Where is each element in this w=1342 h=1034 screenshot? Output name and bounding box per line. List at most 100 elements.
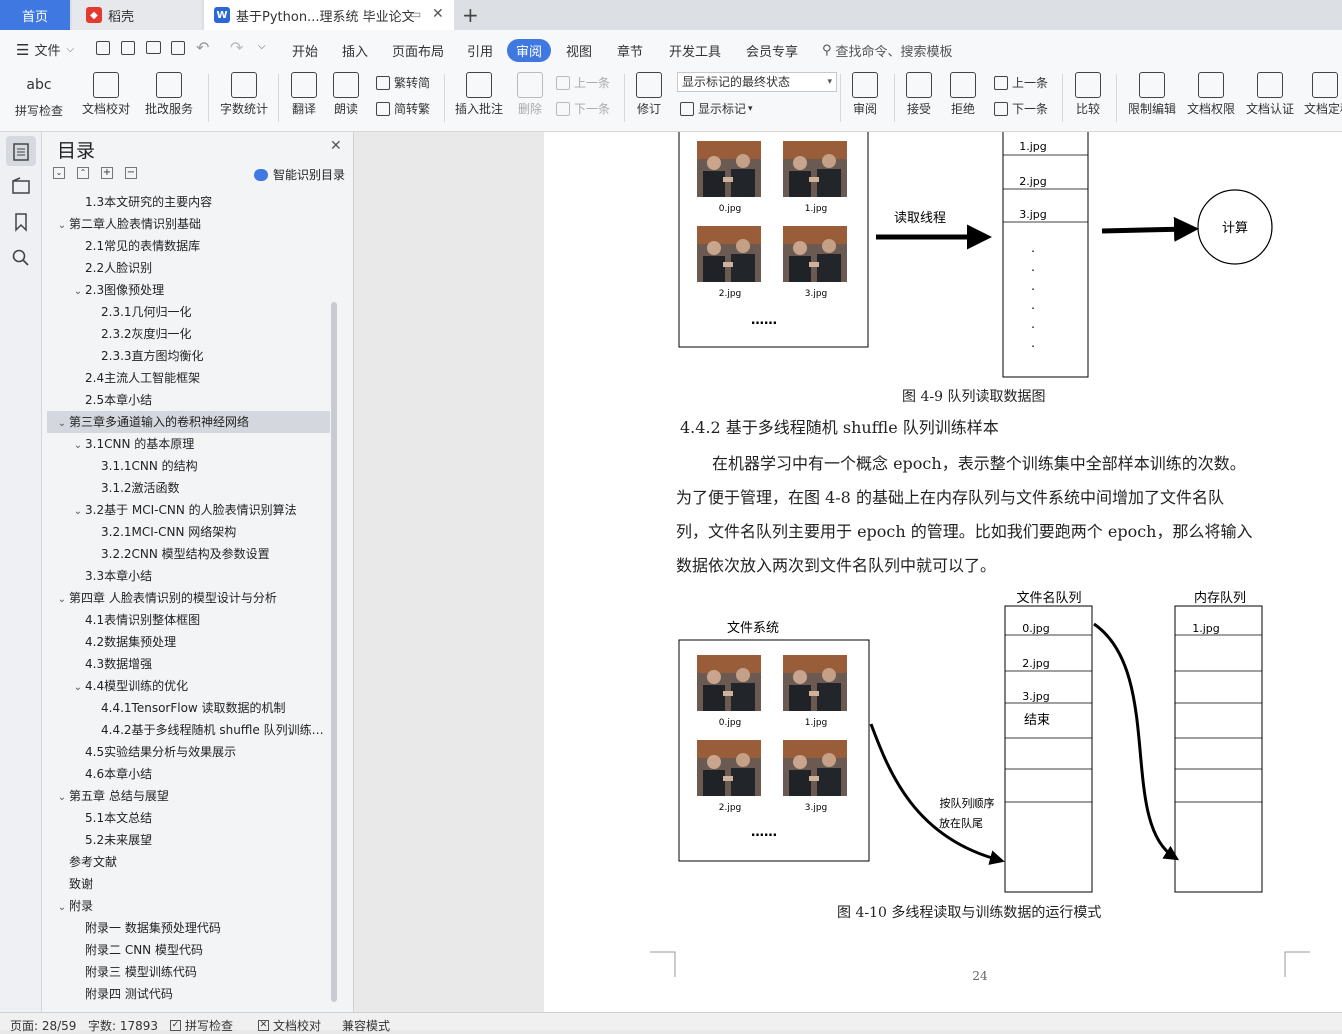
delete-comment-button[interactable]: 删除 (510, 70, 550, 126)
doc-check-button[interactable]: 文档校对 (78, 70, 134, 126)
doc-final-button[interactable]: 文档定稿 (1304, 70, 1342, 126)
toc-item[interactable]: 4.5实验结果分析与效果展示 (47, 741, 330, 763)
toc-item[interactable]: ⌄ 3.2基于 MCI-CNN 的人脸表情识别算法 (47, 499, 330, 521)
toc-item[interactable]: 2.2人脸识别 (47, 257, 330, 279)
toc-item[interactable]: 4.3数据增强 (47, 653, 330, 675)
print-icon[interactable] (146, 41, 161, 54)
file-menu[interactable]: ☰ 文件 ⌵ (16, 40, 74, 60)
toc-item[interactable]: 2.3.3直方图均衡化 (47, 345, 330, 367)
toc-item[interactable]: ⌄ 第三章多通道输入的卷积神经网络 (47, 411, 330, 433)
chevron-down-icon[interactable]: ⌄ (55, 215, 69, 235)
next-comment-button[interactable]: 下一条 (556, 100, 610, 117)
toc-item[interactable]: 3.1.1CNN 的结构 (47, 455, 330, 477)
collapse-all-icon[interactable]: ⌄ (53, 167, 65, 179)
word-count-button[interactable]: 字数统计 (216, 70, 272, 126)
translate-button[interactable]: 翻译 (284, 70, 324, 126)
toc-item[interactable]: 1.3本文研究的主要内容 (47, 191, 330, 213)
search-icon[interactable] (11, 248, 31, 268)
toc-item[interactable]: 2.3.2灰度归一化 (47, 323, 330, 345)
track-changes-button[interactable]: 修订 (630, 70, 668, 126)
chevron-down-icon[interactable]: ⌄ (71, 501, 85, 521)
toc-item[interactable]: ⌄ 第五章 总结与展望 (47, 785, 330, 807)
menu-start[interactable]: 开始 (292, 41, 318, 60)
undo-icon[interactable]: ↶ (196, 38, 209, 57)
review-pane-button[interactable]: 审阅 (846, 70, 884, 126)
doc-cert-button[interactable]: 文档认证 (1242, 70, 1298, 126)
show-markup-button[interactable]: 显示标记 ▾ (680, 100, 753, 117)
reject-button[interactable]: 拒绝 (944, 70, 982, 126)
spell-check-button[interactable]: abc 拼写检查 (8, 70, 70, 126)
add-heading-icon[interactable]: + (101, 167, 113, 179)
toc-item[interactable]: ⌄ 附录 (47, 895, 330, 917)
accept-button[interactable]: 接受 (900, 70, 938, 126)
spell-check-toggle[interactable]: ✓ 拼写检查 (170, 1017, 233, 1034)
remove-heading-icon[interactable]: − (125, 167, 137, 179)
toc-item[interactable]: 参考文献 (47, 851, 330, 873)
toc-item[interactable]: 2.4主流人工智能框架 (47, 367, 330, 389)
toc-panel-icon[interactable] (11, 142, 31, 162)
toc-item[interactable]: 附录二 CNN 模型代码 (47, 939, 330, 961)
toc-item[interactable]: 2.3.1几何归一化 (47, 301, 330, 323)
toc-item[interactable]: ⌄ 2.3图像预处理 (47, 279, 330, 301)
toc-item[interactable]: 4.4.2基于多线程随机 shuffle 队列训练样本 (47, 719, 330, 741)
menu-page-layout[interactable]: 页面布局 (392, 41, 444, 60)
menu-reference[interactable]: 引用 (467, 41, 493, 60)
toc-item[interactable]: ⌄ 4.4模型训练的优化 (47, 675, 330, 697)
expand-all-icon[interactable]: ⌃ (77, 167, 89, 179)
toc-item[interactable]: ⌄ 第二章人脸表情识别基础 (47, 213, 330, 235)
toc-item[interactable]: 附录四 测试代码 (47, 983, 330, 1005)
menu-chapter[interactable]: 章节 (617, 41, 643, 60)
quick-access-dropdown-icon[interactable]: ⌵ (258, 41, 266, 52)
trad-to-simp-button[interactable]: 繁转简 (376, 74, 430, 91)
toc-item[interactable]: ⌄ 第四章 人脸表情识别的模型设计与分析 (47, 587, 330, 609)
menu-insert[interactable]: 插入 (342, 41, 368, 60)
toc-scrollbar[interactable] (331, 302, 337, 1002)
menu-review-active[interactable]: 审阅 (507, 39, 552, 62)
chevron-down-icon[interactable]: ⌄ (55, 413, 69, 433)
new-tab-icon[interactable]: + (462, 3, 479, 27)
revise-service-button[interactable]: 批改服务 (138, 70, 200, 126)
chevron-down-icon[interactable]: ⌄ (71, 435, 85, 455)
chevron-down-icon[interactable]: ⌄ (71, 677, 85, 697)
toc-item[interactable]: 2.5本章小结 (47, 389, 330, 411)
toc-item[interactable]: 3.2.2CNN 模型结构及参数设置 (47, 543, 330, 565)
chevron-down-icon[interactable]: ⌄ (55, 589, 69, 609)
toc-item[interactable]: 5.2未来展望 (47, 829, 330, 851)
toc-item[interactable]: 附录一 数据集预处理代码 (47, 917, 330, 939)
tab-restore-icon[interactable]: ▭ (410, 7, 421, 21)
menu-vip[interactable]: 会员专享 (746, 41, 798, 60)
word-count-indicator[interactable]: 字数: 17893 (88, 1017, 158, 1034)
tab-home[interactable]: 首页 (0, 0, 70, 30)
compare-button[interactable]: 比较 (1068, 70, 1108, 126)
bookmark-icon[interactable] (11, 212, 31, 232)
chevron-down-icon[interactable]: ⌄ (55, 897, 69, 917)
toc-item[interactable]: 4.6本章小结 (47, 763, 330, 785)
page-indicator[interactable]: 页面: 28/59 (10, 1017, 76, 1034)
toc-item[interactable]: 致谢 (47, 873, 330, 895)
toc-item[interactable]: 3.1.2激活函数 (47, 477, 330, 499)
nav-pane-icon[interactable] (11, 176, 31, 196)
smart-toc-button[interactable]: 智能识别目录 (254, 166, 345, 183)
export-icon[interactable] (121, 41, 135, 55)
restrict-edit-button[interactable]: 限制编辑 (1124, 70, 1180, 126)
doc-permission-button[interactable]: 文档权限 (1184, 70, 1238, 126)
tab-close-icon[interactable]: ✕ (432, 6, 444, 22)
insert-comment-button[interactable]: 插入批注 (450, 70, 508, 126)
toc-item[interactable]: 3.3本章小结 (47, 565, 330, 587)
toc-item[interactable]: 2.1常见的表情数据库 (47, 235, 330, 257)
chevron-down-icon[interactable]: ⌄ (71, 281, 85, 301)
toc-item[interactable]: 4.2数据集预处理 (47, 631, 330, 653)
toc-item[interactable]: 5.1本文总结 (47, 807, 330, 829)
command-search[interactable]: ⚲ 查找命令、搜索模板 (822, 41, 953, 60)
chevron-down-icon[interactable]: ⌄ (55, 787, 69, 807)
next-change-button[interactable]: 下一条 (994, 100, 1048, 117)
simp-to-trad-button[interactable]: 简转繁 (376, 100, 430, 117)
toc-item[interactable]: 附录三 模型训练代码 (47, 961, 330, 983)
menu-developer[interactable]: 开发工具 (669, 41, 721, 60)
tab-daoke[interactable]: ◆ 稻壳 (72, 0, 202, 30)
doc-check-toggle[interactable]: ✕ 文档校对 (258, 1017, 321, 1034)
prev-change-button[interactable]: 上一条 (994, 74, 1048, 91)
markup-state-select[interactable]: 显示标记的最终状态 ▾ (677, 72, 837, 92)
print-preview-icon[interactable] (171, 41, 185, 55)
toc-item[interactable]: ⌄ 3.1CNN 的基本原理 (47, 433, 330, 455)
